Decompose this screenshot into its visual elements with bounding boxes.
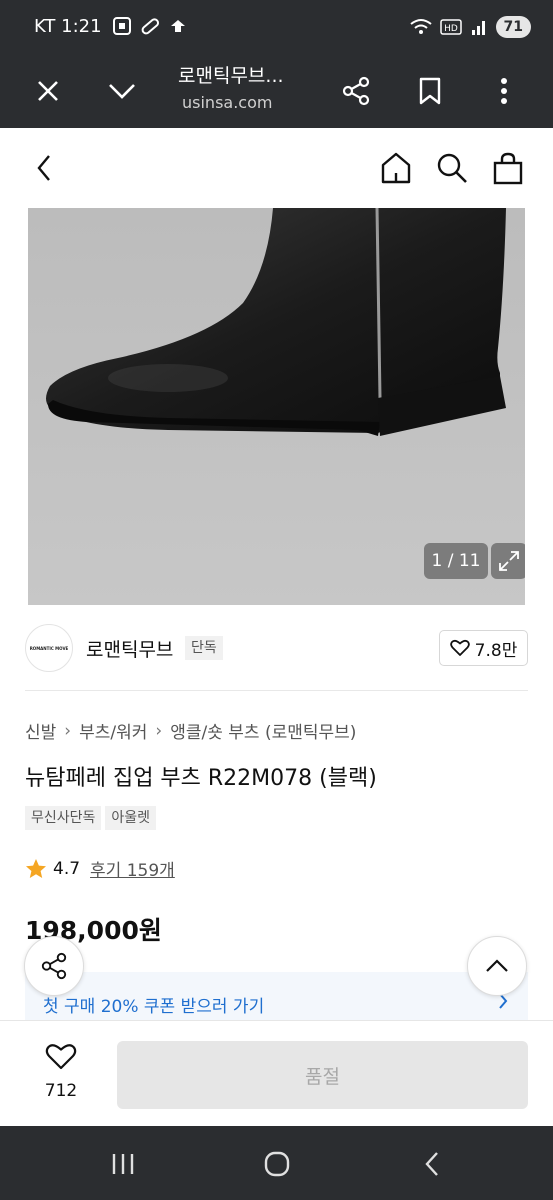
hd-icon: HD	[439, 19, 462, 35]
cart-icon	[493, 152, 523, 185]
more-icon	[501, 78, 507, 104]
brand-like-count: 7.8만	[474, 640, 518, 661]
product-image[interactable]: 1 / 11	[28, 208, 525, 605]
back-button[interactable]	[24, 148, 64, 188]
search-button[interactable]	[432, 148, 472, 188]
bookmark-button[interactable]	[408, 69, 452, 113]
search-icon	[437, 153, 467, 183]
wishlist-count: 712	[44, 1081, 78, 1101]
chevron-right-icon: ›	[155, 720, 163, 741]
star-icon	[26, 858, 46, 878]
share-icon	[41, 952, 67, 980]
product-tag: 무신사단독	[25, 806, 102, 830]
more-menu-button[interactable]	[482, 69, 526, 113]
recent-apps-button[interactable]	[101, 1144, 145, 1184]
product-title: 뉴탐페레 집업 부츠 R22M078 (블랙)	[25, 766, 377, 791]
expand-image-button[interactable]	[491, 543, 525, 579]
page-title: 로맨틱무브...	[178, 65, 284, 87]
share-button[interactable]	[334, 69, 378, 113]
heart-icon	[45, 1044, 77, 1070]
carrier-time: KT 1:21	[34, 16, 102, 37]
screen-record-icon	[113, 17, 131, 35]
wifi-icon	[409, 19, 432, 34]
cart-button[interactable]	[488, 148, 528, 188]
link-icon	[141, 18, 160, 35]
coupon-text: 첫 구매 20% 쿠폰 받으러 가기	[43, 997, 265, 1017]
status-bar: KT 1:21 HD 71	[0, 0, 553, 55]
heart-icon	[449, 639, 470, 656]
scroll-top-button[interactable]	[467, 936, 527, 996]
brand-row: ROMANTIC MOVE 로맨틱무브 단독 7.8만	[0, 605, 553, 691]
rating-value: 4.7	[53, 858, 81, 879]
brand-like-button[interactable]: 7.8만	[439, 630, 528, 666]
review-link[interactable]: 후기 159개	[90, 856, 175, 881]
brand-name[interactable]: 로맨틱무브	[86, 635, 173, 662]
image-counter: 1 / 11	[424, 543, 488, 579]
brand-logo[interactable]: ROMANTIC MOVE	[25, 624, 73, 672]
svg-text:HD: HD	[444, 24, 458, 34]
share-icon	[342, 76, 370, 106]
home-nav-button[interactable]	[255, 1144, 299, 1184]
breadcrumb-item[interactable]: 앵클/숏 부츠 (로맨틱무브)	[170, 718, 356, 743]
home-circle-icon	[264, 1151, 290, 1177]
home-icon	[381, 152, 411, 184]
purchase-bar: 712 품절	[0, 1020, 553, 1126]
page-url: usinsa.com	[182, 93, 273, 112]
back-icon	[37, 155, 50, 181]
browser-toolbar: 로맨틱무브... usinsa.com	[0, 55, 553, 128]
minimize-button[interactable]	[100, 69, 144, 113]
back-icon	[425, 1152, 438, 1176]
chevron-down-icon	[109, 84, 135, 99]
breadcrumb: 신발 › 부츠/워커 › 앵클/숏 부츠 (로맨틱무브)	[25, 718, 356, 744]
system-nav-bar	[0, 1126, 553, 1200]
breadcrumb-item[interactable]: 부츠/워커	[79, 718, 147, 743]
coupon-banner[interactable]: 첫 구매 20% 쿠폰 받으러 가기	[25, 972, 528, 1020]
breadcrumb-item[interactable]: 신발	[25, 718, 56, 743]
recent-apps-icon	[112, 1154, 134, 1174]
bookmark-icon	[419, 77, 441, 105]
rating-row: 4.7 후기 159개	[25, 856, 175, 881]
chevron-right-icon: ›	[64, 720, 72, 741]
app-root: KT 1:21 HD 71 로맨틱무브... usinsa.com 1 / 11…	[0, 0, 553, 1200]
expand-icon	[499, 551, 519, 571]
product-tag: 아울렛	[105, 806, 157, 830]
sold-out-button[interactable]: 품절	[117, 1041, 528, 1109]
app-header	[0, 128, 553, 208]
divider	[25, 690, 528, 691]
close-icon	[38, 81, 58, 101]
home-button[interactable]	[376, 148, 416, 188]
close-tab-button[interactable]	[26, 69, 70, 113]
notification-icon	[171, 20, 185, 32]
back-nav-button[interactable]	[410, 1144, 454, 1184]
chevron-up-icon	[486, 959, 508, 972]
share-floating-button[interactable]	[24, 936, 84, 996]
battery-level: 71	[495, 16, 531, 38]
product-tags: 무신사단독 아울렛	[25, 806, 157, 830]
wishlist-button[interactable]: 712	[31, 1043, 91, 1101]
exclusive-badge: 단독	[185, 636, 223, 660]
signal-icon	[471, 21, 485, 35]
